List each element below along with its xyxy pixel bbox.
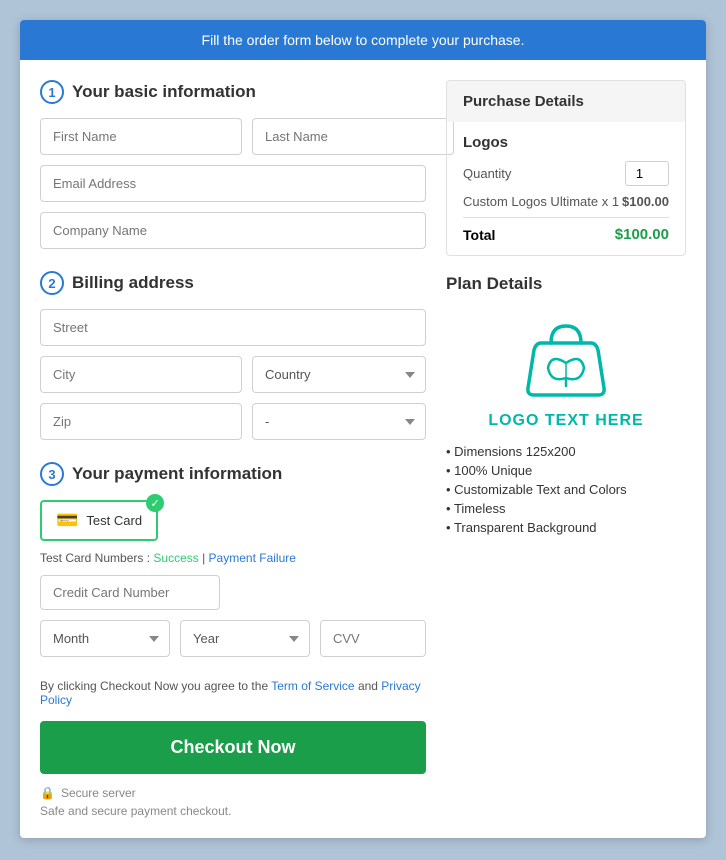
secure-row: 🔒 Secure server — [40, 786, 426, 800]
logo-svg-wrapper: LOGO TEXT HERE — [488, 308, 643, 430]
plan-details: Plan Details — [446, 274, 686, 535]
logos-label: Logos — [463, 134, 669, 151]
left-column: 1 Your basic information 2 Billi — [40, 80, 426, 818]
feature-5: Transparent Background — [446, 520, 686, 535]
first-name-input[interactable] — [40, 118, 242, 155]
logo-text: LOGO TEXT HERE — [488, 412, 643, 430]
checkmark-badge: ✓ — [146, 494, 164, 512]
secure-label: Secure server — [61, 786, 136, 800]
name-row — [40, 118, 426, 155]
and-text: and — [358, 679, 381, 693]
section1-title: 1 Your basic information — [40, 80, 426, 104]
city-input[interactable] — [40, 356, 242, 393]
terms-link[interactable]: Term of Service — [271, 679, 354, 693]
section-billing: 2 Billing address Country - — [40, 271, 426, 440]
section-payment: 3 Your payment information 💳 Test Card ✓… — [40, 462, 426, 657]
feature-1: Dimensions 125x200 — [446, 444, 686, 459]
success-link[interactable]: Success — [153, 551, 198, 565]
page-wrapper: Fill the order form below to complete yo… — [20, 20, 706, 838]
product-row: Custom Logos Ultimate x 1 $100.00 — [463, 194, 669, 209]
content-area: 1 Your basic information 2 Billi — [20, 60, 706, 838]
credit-card-icon: 💳 — [56, 510, 78, 531]
card-label: Test Card — [86, 513, 142, 528]
section3-title: 3 Your payment information — [40, 462, 426, 486]
email-row — [40, 165, 426, 202]
credit-card-input[interactable] — [40, 575, 220, 610]
section2-number: 2 — [40, 271, 64, 295]
zip-input[interactable] — [40, 403, 242, 440]
section-basic-info: 1 Your basic information — [40, 80, 426, 249]
credit-card-number-wrapper — [40, 575, 426, 620]
section3-number: 3 — [40, 462, 64, 486]
divider — [463, 217, 669, 218]
street-input[interactable] — [40, 309, 426, 346]
checkout-button[interactable]: Checkout Now — [40, 721, 426, 774]
section2-label: Billing address — [72, 273, 194, 293]
street-row — [40, 309, 426, 346]
total-row: Total $100.00 — [463, 226, 669, 243]
purchase-header: Purchase Details — [447, 81, 685, 122]
terms-prefix: By clicking Checkout Now you agree to th… — [40, 679, 271, 693]
company-row — [40, 212, 426, 249]
banner-text: Fill the order form below to complete yo… — [202, 32, 525, 48]
feature-3: Customizable Text and Colors — [446, 482, 686, 497]
test-card-info: Test Card Numbers : Success | Payment Fa… — [40, 551, 426, 565]
payment-failure-link[interactable]: Payment Failure — [209, 551, 296, 565]
month-select[interactable]: Month — [40, 620, 170, 657]
section1-label: Your basic information — [72, 82, 256, 102]
company-input[interactable] — [40, 212, 426, 249]
total-price: $100.00 — [615, 226, 669, 243]
logo-svg — [516, 308, 616, 408]
plan-features: Dimensions 125x200 100% Unique Customiza… — [446, 444, 686, 535]
feature-2: 100% Unique — [446, 463, 686, 478]
quantity-row: Quantity — [463, 161, 669, 186]
card-option[interactable]: 💳 Test Card ✓ — [40, 500, 158, 541]
cvv-wrapper: 🪪 — [320, 620, 426, 657]
right-column: Purchase Details Logos Quantity Custom L… — [446, 80, 686, 818]
quantity-label: Quantity — [463, 166, 511, 181]
expiry-row: Month Year 🪪 — [40, 620, 426, 657]
city-country-row: Country — [40, 356, 426, 393]
section3-label: Your payment information — [72, 464, 282, 484]
plan-logo-area: LOGO TEXT HERE — [446, 308, 686, 430]
lock-icon: 🔒 — [40, 786, 55, 800]
safe-text: Safe and secure payment checkout. — [40, 804, 426, 818]
email-input[interactable] — [40, 165, 426, 202]
quantity-input[interactable] — [625, 161, 669, 186]
section2-title: 2 Billing address — [40, 271, 426, 295]
total-label: Total — [463, 227, 495, 243]
section1-number: 1 — [40, 80, 64, 104]
last-name-input[interactable] — [252, 118, 454, 155]
product-name: Custom Logos Ultimate x 1 — [463, 194, 619, 209]
product-price: $100.00 — [622, 194, 669, 209]
test-card-text: Test Card Numbers : — [40, 551, 150, 565]
terms-row: By clicking Checkout Now you agree to th… — [40, 679, 426, 707]
feature-4: Timeless — [446, 501, 686, 516]
cvv-input[interactable] — [321, 621, 426, 656]
state-select[interactable]: - — [252, 403, 426, 440]
top-banner: Fill the order form below to complete yo… — [20, 20, 706, 60]
purchase-body: Logos Quantity Custom Logos Ultimate x 1… — [447, 122, 685, 255]
purchase-details-box: Purchase Details Logos Quantity Custom L… — [446, 80, 686, 256]
year-select[interactable]: Year — [180, 620, 310, 657]
plan-details-title: Plan Details — [446, 274, 686, 294]
zip-state-row: - — [40, 403, 426, 440]
country-select[interactable]: Country — [252, 356, 426, 393]
